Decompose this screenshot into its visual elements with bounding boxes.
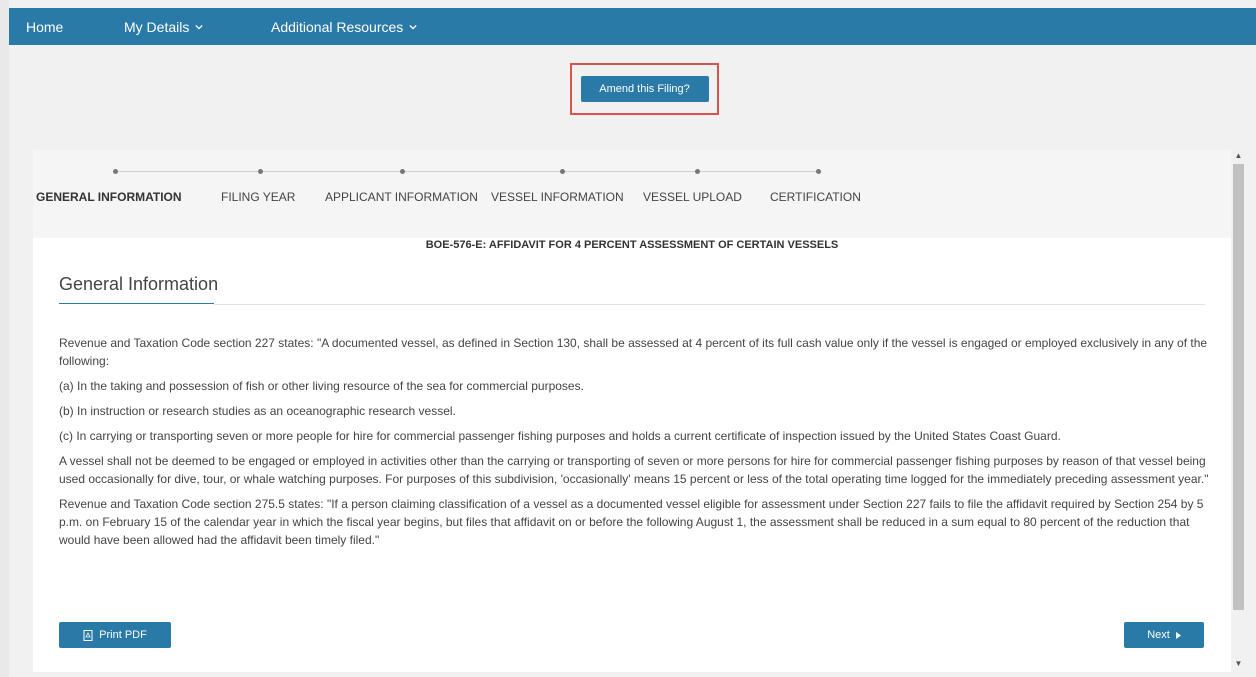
step-dot: [560, 169, 565, 174]
nav-additional-resources[interactable]: Additional Resources: [271, 19, 417, 35]
chevron-down-icon: [409, 24, 417, 30]
step-applicant-information[interactable]: APPLICANT INFORMATION: [325, 190, 478, 204]
step-dot: [816, 169, 821, 174]
step-connector: [115, 171, 260, 172]
section-title-underline: [59, 303, 214, 304]
nav-my-details[interactable]: My Details: [124, 18, 204, 35]
step-vessel-information[interactable]: VESSEL INFORMATION: [491, 190, 624, 204]
step-progress: GENERAL INFORMATION FILING YEAR APPLICAN…: [33, 150, 1231, 238]
paragraph-item-c: (c) In carrying or transporting seven or…: [59, 429, 1061, 443]
step-dot: [258, 169, 263, 174]
paragraph-item-b: (b) In instruction or research studies a…: [59, 404, 456, 418]
step-dot: [695, 169, 700, 174]
form-card: BOE-576-E: AFFIDAVIT FOR 4 PERCENT ASSES…: [33, 238, 1231, 672]
pdf-icon: [83, 629, 93, 641]
next-label: Next: [1147, 629, 1170, 641]
top-navbar: Home My Details Additional Resources: [9, 8, 1256, 45]
step-vessel-upload[interactable]: VESSEL UPLOAD: [643, 190, 742, 204]
section-title: General Information: [59, 274, 219, 294]
print-pdf-button[interactable]: Print PDF: [59, 622, 171, 648]
paragraph-occasional-use: A vessel shall not be deemed to be engag…: [59, 454, 1209, 486]
step-connector: [562, 171, 697, 172]
section-divider: [214, 304, 1205, 305]
paragraph-section-275-5: Revenue and Taxation Code section 275.5 …: [59, 497, 1204, 547]
step-connector: [697, 171, 818, 172]
vertical-scrollbar[interactable]: ▲ ▼: [1231, 150, 1245, 672]
paragraph-item-a: (a) In the taking and possession of fish…: [59, 379, 584, 393]
amend-highlight-box: Amend this Filing?: [570, 63, 719, 115]
step-general-information[interactable]: GENERAL INFORMATION: [36, 190, 182, 204]
step-connector: [402, 171, 562, 172]
chevron-down-icon: [195, 24, 204, 30]
scroll-down-arrow-icon[interactable]: ▼: [1233, 658, 1244, 670]
caret-right-icon: [1175, 631, 1181, 639]
step-dot: [113, 169, 118, 174]
step-connector: [260, 171, 402, 172]
print-pdf-label: Print PDF: [99, 629, 147, 641]
step-dot: [400, 169, 405, 174]
step-certification[interactable]: CERTIFICATION: [770, 190, 861, 204]
nav-home-label: Home: [26, 18, 64, 35]
nav-my-details-label: My Details: [124, 18, 190, 35]
paragraph-section-227: Revenue and Taxation Code section 227 st…: [59, 336, 1208, 368]
form-title: BOE-576-E: AFFIDAVIT FOR 4 PERCENT ASSES…: [425, 239, 839, 251]
scroll-up-arrow-icon[interactable]: ▲: [1233, 150, 1244, 162]
step-filing-year[interactable]: FILING YEAR: [221, 190, 295, 204]
general-information-text: Revenue and Taxation Code section 227 st…: [59, 334, 1209, 556]
next-button[interactable]: Next: [1124, 622, 1204, 648]
scrollbar-thumb[interactable]: [1233, 164, 1244, 610]
nav-additional-resources-label: Additional Resources: [271, 18, 404, 35]
amend-filing-button[interactable]: Amend this Filing?: [580, 76, 709, 102]
nav-home[interactable]: Home: [26, 19, 63, 35]
left-rail: [0, 0, 9, 677]
